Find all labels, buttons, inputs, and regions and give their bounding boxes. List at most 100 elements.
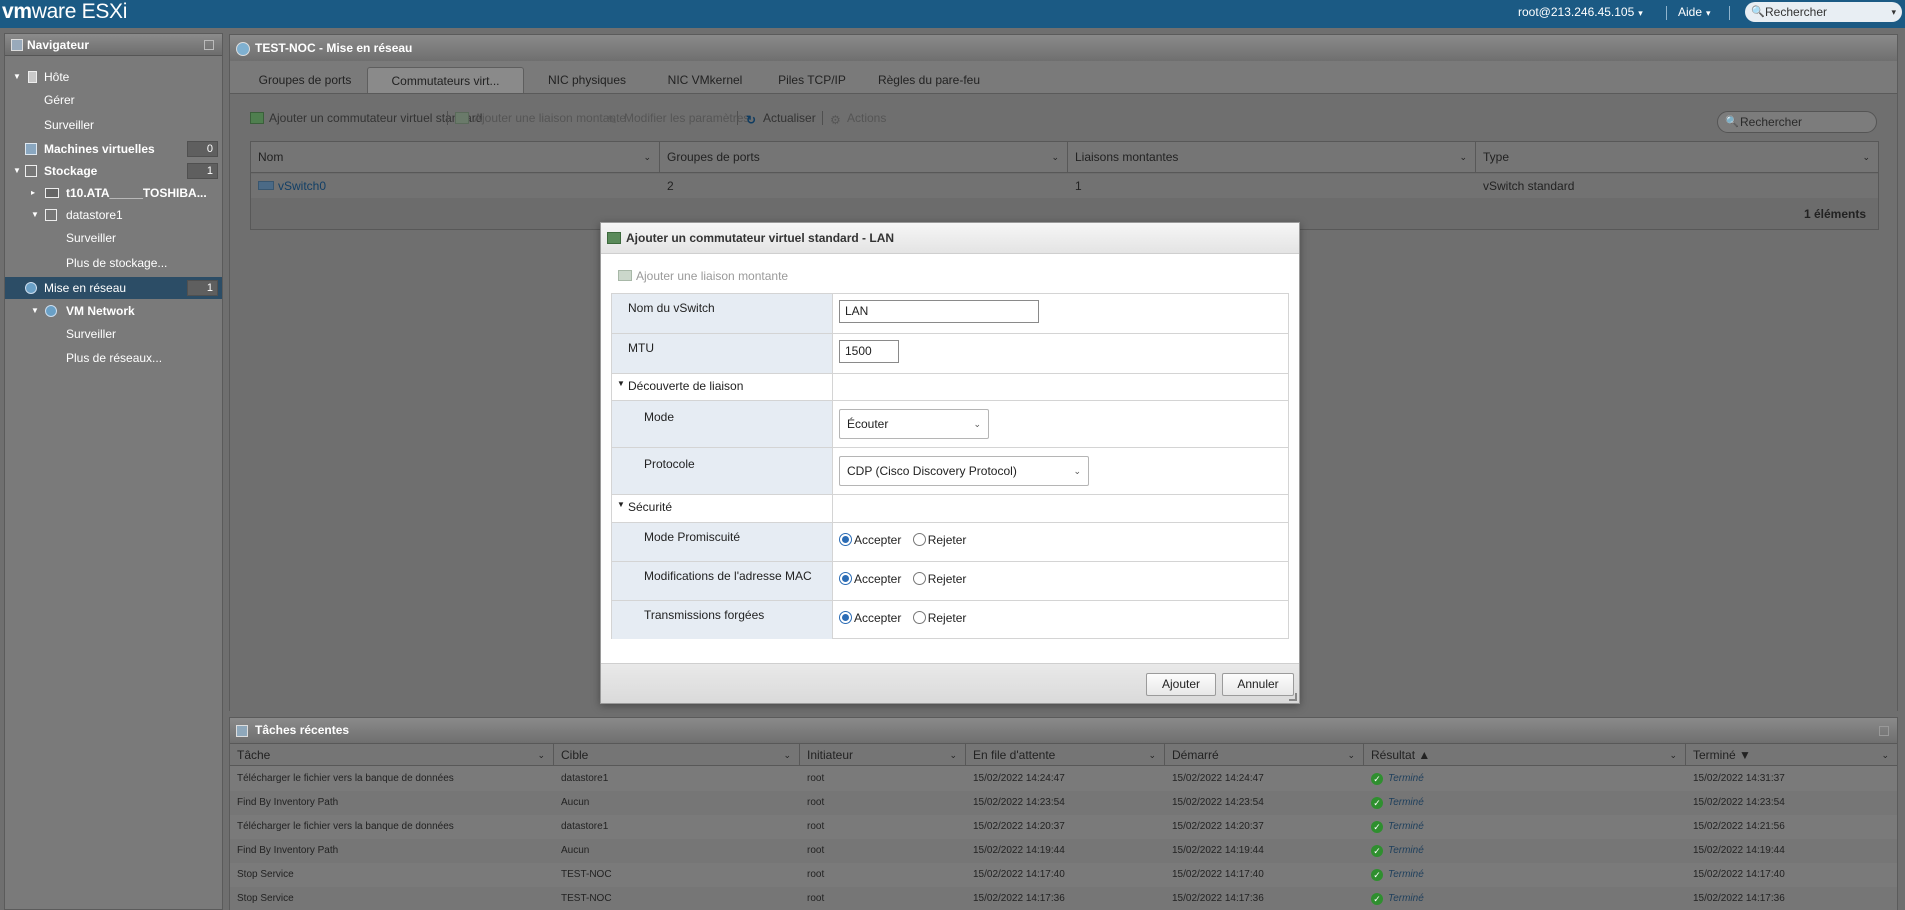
expand-arrow-icon[interactable]: ▼ (31, 204, 39, 226)
mode-select[interactable]: Écouter ⌄ (839, 409, 989, 439)
forged-reject-radio[interactable] (912, 611, 926, 624)
tab-firewall-rules[interactable]: Règles du pare-feu (864, 67, 994, 93)
protocol-select[interactable]: CDP (Cisco Discovery Protocol) ⌄ (839, 456, 1089, 486)
cancel-button[interactable]: Annuler (1222, 673, 1294, 696)
mac-changes-accept-radio[interactable] (839, 572, 852, 585)
user-menu[interactable]: root@213.246.45.105 ▾ (1518, 5, 1643, 19)
column-header-target[interactable]: Cible ⌄ (554, 744, 800, 766)
mtu-input[interactable]: 1500 (839, 340, 899, 363)
column-header-queued[interactable]: En file d'attente ⌄ (966, 744, 1165, 766)
tasks-icon (236, 725, 248, 737)
chevron-down-icon[interactable]: ⌄ (1669, 744, 1677, 766)
collapse-icon[interactable] (204, 40, 214, 50)
task-row[interactable]: Find By Inventory Path Aucun root 15/02/… (230, 839, 1897, 863)
expand-arrow-icon[interactable]: ▼ (31, 300, 39, 322)
forged-transmits-radio-group: Accepter Rejeter (839, 610, 974, 626)
nav-item-host[interactable]: ▼ Hôte (5, 66, 222, 88)
task-name: Télécharger le fichier vers la banque de… (237, 773, 454, 784)
promiscuous-label: Mode Promiscuité (612, 523, 833, 561)
nav-item-datastore1[interactable]: ▼ datastore1 (5, 204, 222, 226)
collapse-icon[interactable] (1879, 726, 1889, 736)
vswitch-name-input[interactable]: LAN (839, 300, 1039, 323)
switch-name-link[interactable]: vSwitch0 (251, 174, 660, 198)
nav-item-vm-network[interactable]: ▼ VM Network (5, 300, 222, 322)
column-header-started[interactable]: Démarré ⌄ (1165, 744, 1364, 766)
tab-vmkernel-nics[interactable]: NIC VMkernel (650, 67, 760, 93)
tab-physical-nics[interactable]: NIC physiques (528, 67, 646, 93)
column-header-initiator[interactable]: Initiateur ⌄ (800, 744, 966, 766)
tab-virtual-switches[interactable]: Commutateurs virt... (367, 67, 524, 93)
nav-item-manage[interactable]: Gérer (5, 89, 222, 111)
check-icon: ✓ (1371, 773, 1383, 785)
forged-accept-radio[interactable] (839, 611, 852, 624)
tab-port-groups[interactable]: Groupes de ports (239, 67, 371, 93)
task-row[interactable]: Find By Inventory Path Aucun root 15/02/… (230, 791, 1897, 815)
collapse-arrow-icon[interactable]: ▼ (617, 500, 625, 509)
nav-item-datastore-monitor[interactable]: Surveiller (5, 227, 222, 249)
expand-arrow-icon[interactable]: ▼ (13, 160, 21, 182)
task-result: ✓ Terminé (1364, 839, 1424, 863)
task-initiator: root (807, 773, 825, 784)
chevron-down-icon[interactable]: ⌄ (1051, 142, 1059, 173)
nav-item-more-networks[interactable]: Plus de réseaux... (5, 347, 222, 369)
nav-item-monitor[interactable]: Surveiller (5, 114, 222, 136)
chevron-down-icon[interactable]: ⌄ (643, 142, 651, 173)
column-header-completed[interactable]: Terminé ▼ ⌄ (1686, 744, 1897, 766)
task-row[interactable]: Télécharger le fichier vers la banque de… (230, 815, 1897, 839)
section-security[interactable]: ▼ Sécurité (612, 495, 1288, 523)
search-icon: 🔍 (1725, 116, 1739, 128)
column-header-task[interactable]: Tâche ⌄ (230, 744, 554, 766)
add-uplink-button[interactable]: Ajouter une liaison montante (455, 108, 626, 128)
task-row[interactable]: Stop Service TEST-NOC root 15/02/2022 14… (230, 863, 1897, 887)
security-section-label[interactable]: ▼ Sécurité (612, 495, 833, 522)
global-search-input[interactable]: 🔍 Rechercher ▾ (1745, 2, 1902, 22)
nav-item-network-monitor[interactable]: Surveiller (5, 323, 222, 345)
chevron-down-icon[interactable]: ⌄ (537, 744, 545, 766)
column-header-type[interactable]: Type ⌄ (1476, 142, 1878, 173)
chevron-down-icon[interactable]: ⌄ (1148, 744, 1156, 766)
resize-grip-icon[interactable] (1289, 693, 1297, 701)
dialog-add-uplink-button[interactable]: Ajouter une liaison montante (618, 268, 788, 284)
nav-item-storage[interactable]: ▼ Stockage 1 (5, 160, 222, 182)
chevron-down-icon[interactable]: ⌄ (1862, 142, 1870, 173)
refresh-button[interactable]: ↻ Actualiser (746, 108, 816, 128)
help-menu[interactable]: Aide ▾ (1678, 5, 1711, 19)
nav-item-more-storage[interactable]: Plus de stockage... (5, 252, 222, 274)
chevron-down-icon[interactable]: ⌄ (949, 744, 957, 766)
edit-settings-button[interactable]: ✎ Modifier les paramètres (607, 108, 749, 128)
chevron-down-icon[interactable]: ⌄ (783, 744, 791, 766)
column-header-port-groups[interactable]: Groupes de ports ⌄ (660, 142, 1068, 173)
check-icon: ✓ (1371, 821, 1383, 833)
nav-item-disk[interactable]: ▸ t10.ATA_____TOSHIBA... (5, 182, 222, 204)
uplink-icon (618, 270, 632, 281)
task-queued: 15/02/2022 14:17:36 (973, 893, 1065, 904)
column-header-uplinks[interactable]: Liaisons montantes ⌄ (1068, 142, 1476, 173)
collapse-arrow-icon[interactable]: ▼ (617, 379, 625, 388)
vswitch-name-label: Nom du vSwitch (612, 294, 833, 333)
add-button[interactable]: Ajouter (1146, 673, 1216, 696)
task-row[interactable]: Télécharger le fichier vers la banque de… (230, 767, 1897, 791)
radio-label: Rejeter (927, 611, 967, 625)
task-name: Stop Service (237, 893, 294, 904)
chevron-down-icon[interactable]: ⌄ (1459, 142, 1467, 173)
expand-arrow-icon[interactable]: ▼ (13, 66, 21, 88)
promiscuous-reject-radio[interactable] (912, 533, 926, 546)
actions-button[interactable]: ⚙ Actions (830, 108, 886, 128)
table-row[interactable]: vSwitch0 2 1 vSwitch standard (251, 174, 1878, 198)
link-discovery-section-label[interactable]: ▼ Découverte de liaison (612, 374, 833, 400)
section-link-discovery[interactable]: ▼ Découverte de liaison (612, 374, 1288, 401)
column-header-name[interactable]: Nom ⌄ (251, 142, 660, 173)
nav-item-virtual-machines[interactable]: Machines virtuelles 0 (5, 138, 222, 160)
expand-arrow-icon[interactable]: ▸ (31, 182, 35, 204)
promiscuous-accept-radio[interactable] (839, 533, 852, 546)
divider (447, 111, 448, 125)
task-queued: 15/02/2022 14:20:37 (973, 821, 1065, 832)
chevron-down-icon[interactable]: ⌄ (1347, 744, 1355, 766)
column-header-result[interactable]: Résultat ▲ ⌄ (1364, 744, 1686, 766)
nav-item-networking[interactable]: Mise en réseau 1 (5, 277, 222, 299)
grid-search-input[interactable]: 🔍 Rechercher (1717, 111, 1877, 133)
mac-changes-reject-radio[interactable] (912, 572, 926, 585)
chevron-down-icon[interactable]: ⌄ (1881, 744, 1889, 766)
tab-tcpip-stacks[interactable]: Piles TCP/IP (762, 67, 862, 93)
task-row[interactable]: Stop Service TEST-NOC root 15/02/2022 14… (230, 887, 1897, 910)
